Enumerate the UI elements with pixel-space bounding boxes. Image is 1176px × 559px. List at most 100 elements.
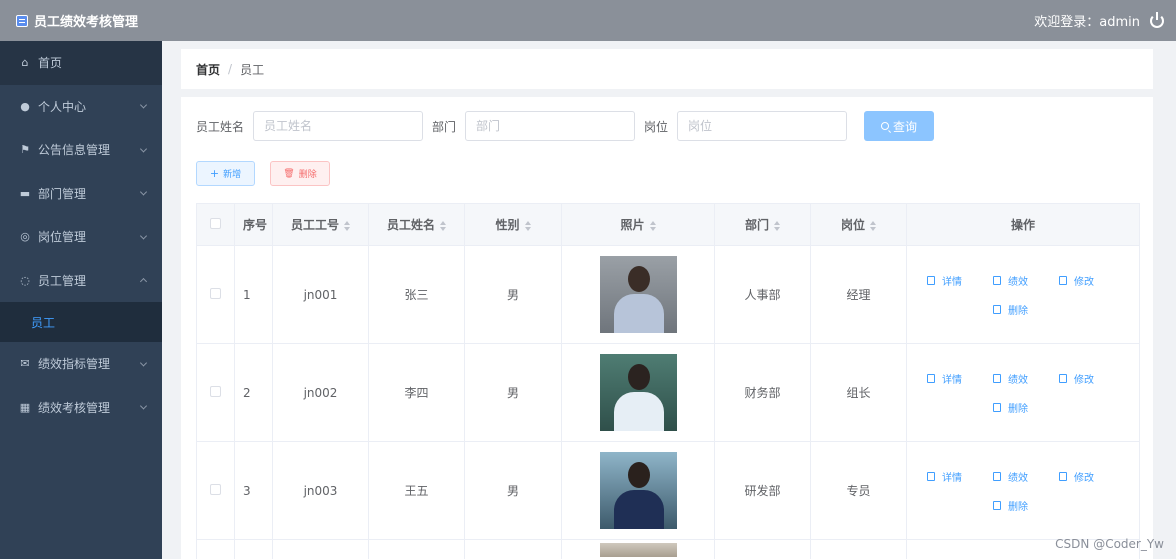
detail-link[interactable]: 详情 bbox=[927, 371, 993, 386]
main-area: 首页 / 员工 员工姓名 部门 岗位 查询 + 新增 🗑 删除 bbox=[162, 41, 1176, 559]
sidebar-item-personal-center[interactable]: ● 个人中心 bbox=[0, 85, 162, 129]
sidebar-item-employee[interactable]: ◌ 员工管理 bbox=[0, 259, 162, 303]
operation-links: 详情 绩效 修改 删除 bbox=[907, 273, 1139, 317]
table-row: 3 jn003 王五 男 研发部 专员 详情 绩效 修改 删除 bbox=[196, 441, 1140, 540]
chevron-down-icon bbox=[139, 188, 148, 196]
dept-label: 部门 bbox=[432, 119, 457, 134]
sidebar-item-kpi[interactable]: ✉ 绩效指标管理 bbox=[0, 342, 162, 386]
photo-body bbox=[613, 392, 664, 431]
header-emp-no[interactable]: 员工工号 bbox=[272, 203, 369, 246]
sidebar-item-label: 首页 bbox=[38, 56, 63, 71]
photo-head bbox=[627, 462, 650, 488]
cell-index: 1 bbox=[234, 245, 273, 344]
cell-department: 财务部 bbox=[714, 343, 811, 442]
row-checkbox[interactable] bbox=[210, 483, 221, 495]
cell-name: 张三 bbox=[368, 245, 465, 344]
app-brand: 员工绩效考核管理 bbox=[16, 11, 138, 30]
content-panel: 员工姓名 部门 岗位 查询 + 新增 🗑 删除 bbox=[181, 97, 1153, 559]
edit-link[interactable]: 修改 bbox=[1059, 469, 1125, 484]
plus-icon: + bbox=[209, 167, 220, 180]
header-department[interactable]: 部门 bbox=[714, 203, 811, 246]
performance-link[interactable]: 绩效 bbox=[993, 469, 1059, 484]
performance-link[interactable]: 绩效 bbox=[993, 273, 1059, 288]
header-gender[interactable]: 性别 bbox=[464, 203, 562, 246]
trash-icon: 🗑 bbox=[283, 168, 295, 179]
sidebar-subitem-employee[interactable]: 员工 bbox=[0, 302, 162, 342]
breadcrumb-separator: / bbox=[228, 62, 233, 76]
op-label: 删除 bbox=[1008, 305, 1028, 317]
power-icon[interactable] bbox=[1150, 11, 1164, 28]
sidebar-item-label: 绩效考核管理 bbox=[38, 400, 111, 415]
op-label: 修改 bbox=[1074, 276, 1094, 288]
sidebar-subitem-label: 员工 bbox=[31, 315, 56, 330]
edit-icon bbox=[1059, 471, 1067, 481]
delete-link[interactable]: 删除 bbox=[993, 302, 1059, 317]
sort-icon[interactable] bbox=[440, 220, 446, 231]
edit-link[interactable]: 修改 bbox=[1059, 371, 1125, 386]
cell-partial bbox=[810, 539, 907, 559]
sidebar-item-department[interactable]: ▬ 部门管理 bbox=[0, 172, 162, 216]
cell-emp-no: jn002 bbox=[272, 343, 369, 442]
document-icon bbox=[993, 471, 1001, 481]
document-icon bbox=[993, 373, 1001, 383]
breadcrumb-current: 员工 bbox=[240, 62, 265, 77]
grid-icon: ▦ bbox=[19, 400, 31, 414]
cell-emp-no: jn001 bbox=[272, 245, 369, 344]
detail-link[interactable]: 详情 bbox=[927, 273, 993, 288]
row-checkbox[interactable] bbox=[210, 385, 221, 397]
sidebar-item-appraisal[interactable]: ▦ 绩效考核管理 bbox=[0, 386, 162, 430]
employee-photo bbox=[599, 542, 677, 557]
loading-icon: ◌ bbox=[20, 273, 30, 287]
header-label: 员工姓名 bbox=[386, 218, 435, 232]
action-bar: + 新增 🗑 删除 bbox=[196, 161, 330, 186]
header-photo[interactable]: 照片 bbox=[561, 203, 715, 246]
cell-photo bbox=[561, 245, 715, 344]
trash-icon bbox=[993, 304, 1001, 314]
watermark: CSDN @Coder_Yw bbox=[1055, 537, 1164, 551]
photo-head bbox=[627, 364, 650, 390]
employee-photo bbox=[599, 354, 677, 431]
chevron-down-icon bbox=[139, 145, 148, 153]
performance-link[interactable]: 绩效 bbox=[993, 371, 1059, 386]
cell-partial bbox=[196, 539, 235, 559]
detail-link[interactable]: 详情 bbox=[927, 469, 993, 484]
header-name[interactable]: 员工姓名 bbox=[368, 203, 465, 246]
op-label: 修改 bbox=[1074, 374, 1094, 386]
dept-input[interactable] bbox=[465, 111, 636, 141]
op-label: 删除 bbox=[1008, 403, 1028, 415]
chat-icon: ▬ bbox=[19, 186, 31, 200]
batch-delete-button[interactable]: 🗑 删除 bbox=[270, 161, 330, 186]
cell-photo bbox=[561, 343, 715, 442]
sort-icon[interactable] bbox=[649, 220, 656, 231]
breadcrumb-home[interactable]: 首页 bbox=[196, 61, 220, 78]
employee-table: 序号 员工工号 员工姓名 性别 照片 部门 岗位 操作 1 jn001 张三 男 bbox=[196, 203, 1140, 559]
sort-icon[interactable] bbox=[524, 220, 531, 231]
sort-icon[interactable] bbox=[774, 220, 780, 231]
post-input[interactable] bbox=[677, 111, 848, 141]
cell-gender: 男 bbox=[464, 343, 562, 442]
photo-head bbox=[627, 266, 650, 292]
delete-link[interactable]: 删除 bbox=[993, 400, 1059, 415]
photo-body bbox=[613, 490, 664, 529]
app-logo-icon bbox=[16, 14, 28, 27]
sidebar-item-post[interactable]: ◎ 岗位管理 bbox=[0, 215, 162, 259]
edit-icon bbox=[1059, 373, 1067, 383]
sort-icon[interactable] bbox=[870, 220, 876, 231]
row-checkbox[interactable] bbox=[210, 287, 221, 299]
cell-partial bbox=[714, 539, 811, 559]
delete-link[interactable]: 删除 bbox=[993, 498, 1059, 513]
header-label: 性别 bbox=[495, 218, 520, 232]
query-button[interactable]: 查询 bbox=[864, 111, 935, 141]
sort-icon[interactable] bbox=[344, 220, 350, 231]
cell-emp-no: jn003 bbox=[272, 441, 369, 540]
search-icon bbox=[881, 122, 890, 130]
header-post[interactable]: 岗位 bbox=[810, 203, 907, 246]
add-button[interactable]: + 新增 bbox=[196, 161, 255, 186]
search-form: 员工姓名 部门 岗位 查询 bbox=[196, 111, 935, 141]
name-input[interactable] bbox=[253, 111, 424, 141]
sidebar-item-home[interactable]: ⌂ 首页 bbox=[0, 41, 162, 85]
edit-link[interactable]: 修改 bbox=[1059, 273, 1125, 288]
sidebar-item-notice[interactable]: ⚑ 公告信息管理 bbox=[0, 128, 162, 172]
document-icon bbox=[927, 373, 935, 383]
select-all-checkbox[interactable] bbox=[210, 217, 221, 229]
